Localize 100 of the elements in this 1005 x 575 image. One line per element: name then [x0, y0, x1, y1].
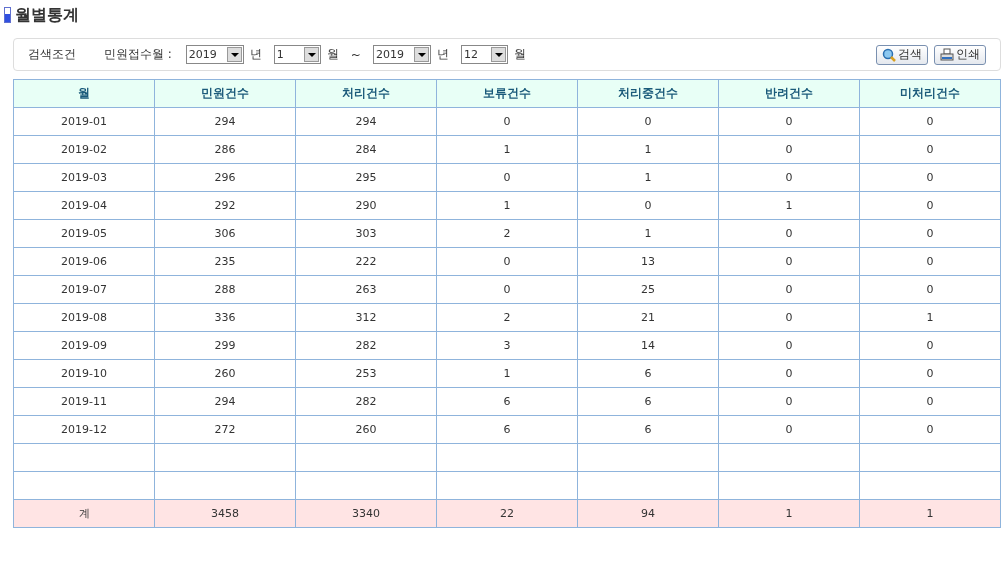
page-title: 월별통계	[15, 4, 79, 26]
table-cell: 0	[859, 107, 1001, 136]
table-cell: 1	[436, 359, 578, 388]
table-cell: 0	[436, 163, 578, 192]
table-cell: 222	[295, 247, 437, 276]
table-cell: 295	[295, 163, 437, 192]
table-cell: 0	[718, 107, 860, 136]
table-cell: 0	[436, 247, 578, 276]
table-cell: 0	[718, 415, 860, 444]
table-cell: 0	[577, 191, 719, 220]
table-cell: 292	[154, 191, 296, 220]
table-cell: 1	[859, 303, 1001, 332]
table-cell: 0	[859, 275, 1001, 304]
dropdown[interactable]: 12	[460, 45, 508, 64]
table-cell: 312	[295, 303, 437, 332]
total-cell: 22	[436, 499, 578, 528]
total-cell: 3458	[154, 499, 296, 528]
table-cell: 2	[436, 219, 578, 248]
table-cell: 0	[859, 331, 1001, 360]
table-cell: 0	[718, 387, 860, 416]
unit-label: 년	[249, 46, 262, 63]
table-cell: 282	[295, 331, 437, 360]
table-cell: 299	[154, 331, 296, 360]
table-cell: 235	[154, 247, 296, 276]
table-cell: 263	[295, 275, 437, 304]
table-cell: 0	[859, 247, 1001, 276]
total-cell: 1	[718, 499, 860, 528]
table-cell: 1	[436, 135, 578, 164]
table-cell: 303	[295, 219, 437, 248]
table-cell: 294	[154, 107, 296, 136]
table-cell: 6	[436, 387, 578, 416]
table-cell: 1	[577, 135, 719, 164]
table-cell: 2019-09	[13, 331, 155, 360]
table-cell: 1	[718, 191, 860, 220]
table-cell: 21	[577, 303, 719, 332]
table-cell: 306	[154, 219, 296, 248]
table-cell: 284	[295, 135, 437, 164]
search-label: 검색조건	[28, 46, 76, 63]
total-cell: 94	[577, 499, 719, 528]
table-cell: 260	[295, 415, 437, 444]
table-cell: 272	[154, 415, 296, 444]
dropdown[interactable]: 1	[273, 45, 321, 64]
table-cell: 0	[718, 359, 860, 388]
range-separator: ~	[350, 47, 361, 62]
table-cell: 2019-05	[13, 219, 155, 248]
table-cell: 0	[718, 303, 860, 332]
table-cell: 6	[577, 415, 719, 444]
table-cell: 0	[718, 219, 860, 248]
table-cell: 1	[577, 163, 719, 192]
column-header: 미처리건수	[859, 79, 1001, 108]
unit-label: 월	[513, 46, 526, 63]
table-cell: 296	[154, 163, 296, 192]
table-cell: 0	[859, 415, 1001, 444]
table-cell: 0	[859, 163, 1001, 192]
column-header: 반려건수	[718, 79, 860, 108]
table-cell: 25	[577, 275, 719, 304]
table-cell: 2019-07	[13, 275, 155, 304]
total-cell: 3340	[295, 499, 437, 528]
table-cell: 0	[577, 107, 719, 136]
title-icon	[4, 7, 11, 23]
table-cell: 2019-08	[13, 303, 155, 332]
dropdown[interactable]: 2019	[185, 45, 244, 64]
table-cell: 2019-12	[13, 415, 155, 444]
table-cell: 1	[577, 219, 719, 248]
table-cell: 1	[436, 191, 578, 220]
column-header: 민원건수	[154, 79, 296, 108]
table-cell: 2019-10	[13, 359, 155, 388]
table-cell: 260	[154, 359, 296, 388]
table-cell: 2019-06	[13, 247, 155, 276]
table-cell: 0	[718, 331, 860, 360]
dropdown[interactable]: 2019	[372, 45, 431, 64]
table-cell: 13	[577, 247, 719, 276]
table-cell: 6	[577, 359, 719, 388]
table-cell: 282	[295, 387, 437, 416]
table-cell: 0	[859, 135, 1001, 164]
unit-label: 년	[436, 46, 449, 63]
field-label: 민원접수월 :	[104, 46, 172, 63]
table-cell: 0	[718, 275, 860, 304]
table-cell: 2019-03	[13, 163, 155, 192]
total-cell: 계	[13, 499, 155, 528]
table-cell: 2019-02	[13, 135, 155, 164]
table-cell: 0	[718, 163, 860, 192]
table-cell: 3	[436, 331, 578, 360]
table-cell: 6	[436, 415, 578, 444]
table-cell: 0	[436, 275, 578, 304]
column-header: 처리중건수	[577, 79, 719, 108]
printer-icon	[940, 47, 954, 62]
column-header: 월	[13, 79, 155, 108]
total-cell: 1	[859, 499, 1001, 528]
table-cell: 288	[154, 275, 296, 304]
table-cell: 294	[295, 107, 437, 136]
table-cell: 2019-04	[13, 191, 155, 220]
table-cell: 0	[859, 387, 1001, 416]
table-cell: 2	[436, 303, 578, 332]
table-cell: 0	[859, 359, 1001, 388]
search-button[interactable]: 검색	[876, 44, 928, 65]
print-button[interactable]: 인쇄	[934, 44, 986, 65]
table-cell: 0	[859, 219, 1001, 248]
search-icon	[882, 47, 896, 62]
table-cell: 14	[577, 331, 719, 360]
